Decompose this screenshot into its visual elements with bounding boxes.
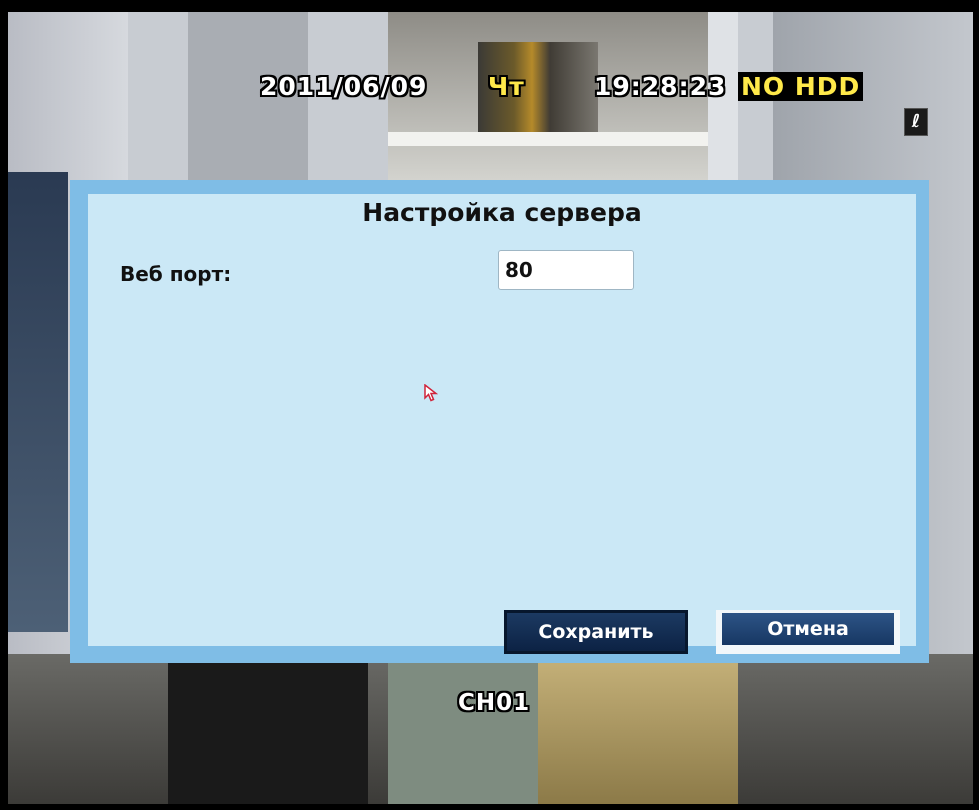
camera-feed-blue-box (8, 172, 68, 632)
camera-feed-computer (168, 654, 368, 804)
save-button[interactable]: Сохранить (504, 610, 688, 654)
server-settings-dialog: Настройка сервера Веб порт: 80 Сохранить… (70, 180, 929, 663)
camera-feed-shelf-board (388, 132, 708, 146)
osd-date: 2011/06/09 (260, 72, 428, 101)
osd-weekday: Чт (488, 72, 525, 101)
dvr-screen: 2011/06/09 Чт 19:28:23 NO HDD ℓ CH01 Нас… (0, 0, 979, 810)
cancel-button-label: Отмена (722, 613, 894, 645)
mouse-cursor-icon (424, 384, 438, 402)
osd-hdd-status: NO HDD (738, 72, 864, 101)
dialog-body: Настройка сервера Веб порт: 80 Сохранить… (88, 194, 916, 654)
cancel-button[interactable]: Отмена (716, 610, 900, 654)
web-port-label: Веб порт: (120, 262, 232, 286)
network-status-icon: ℓ (904, 108, 928, 136)
camera-feed-box (538, 654, 738, 804)
osd-time: 19:28:23 (594, 72, 727, 101)
osd-channel-label: CH01 (458, 690, 531, 716)
dialog-title: Настройка сервера (362, 198, 642, 227)
camera-feed-rack (388, 654, 538, 804)
web-port-input[interactable]: 80 (498, 250, 634, 290)
